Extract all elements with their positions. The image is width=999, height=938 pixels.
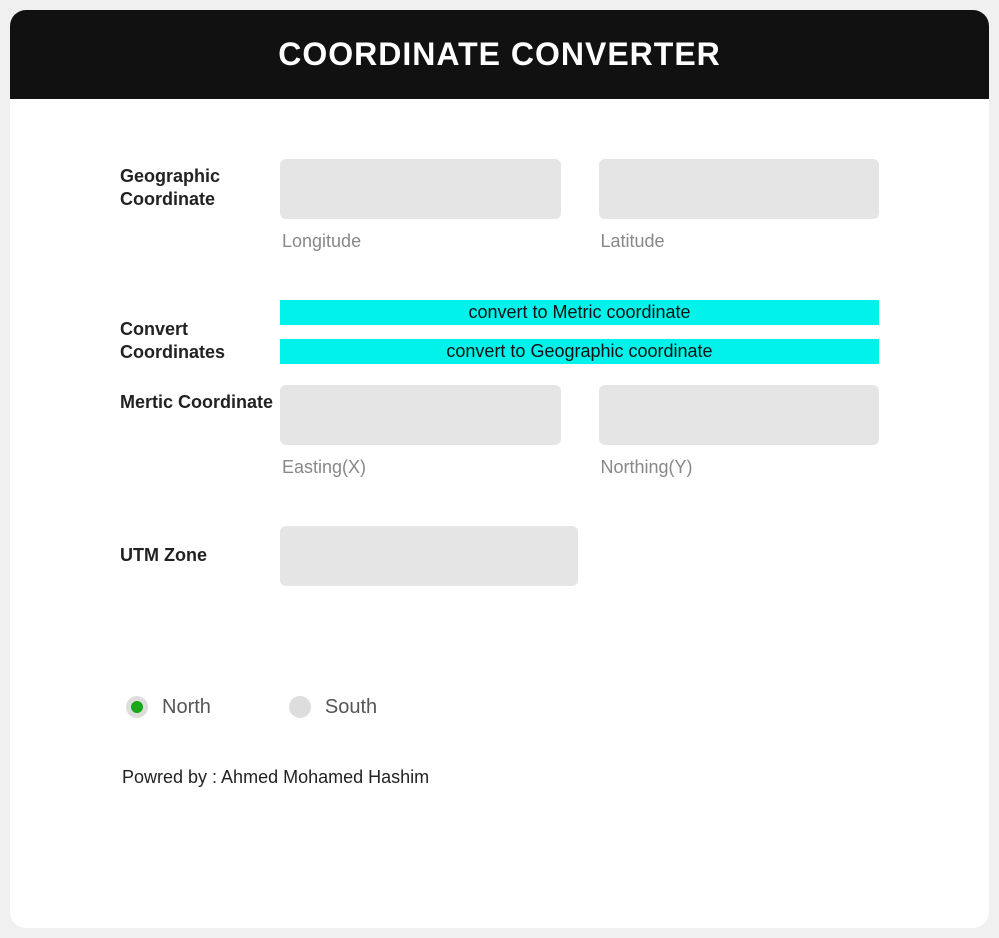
convert-label-col: Convert Coordinates [120,300,280,365]
longitude-field-wrap: Longitude [280,159,561,252]
utm-row: UTM Zone [120,526,879,586]
convert-to-geographic-button[interactable]: convert to Geographic coordinate [280,339,879,364]
utm-label: UTM Zone [120,544,280,567]
northing-field-wrap: Northing(Y) [599,385,880,478]
easting-sublabel: Easting(X) [282,457,561,478]
powered-by-text: Powred by : Ahmed Mohamed Hashim [122,767,879,788]
utm-zone-input[interactable] [280,526,578,586]
convert-label: Convert Coordinates [120,318,280,365]
metric-fields: Easting(X) Northing(Y) [280,385,879,478]
app-card: COORDINATE CONVERTER Geographic Coordina… [10,10,989,928]
geographic-row: Geographic Coordinate Longitude Latitude [120,159,879,252]
hemisphere-radio-group: North South [126,696,879,719]
geographic-label-col: Geographic Coordinate [120,159,280,212]
convert-buttons: convert to Metric coordinate convert to … [280,300,879,364]
south-radio [289,696,311,718]
latitude-field-wrap: Latitude [599,159,880,252]
metric-label: Mertic Coordinate [120,391,280,414]
utm-label-col: UTM Zone [120,526,280,567]
south-radio-item[interactable]: South [289,696,377,719]
easting-field-wrap: Easting(X) [280,385,561,478]
northing-sublabel: Northing(Y) [601,457,880,478]
easting-input[interactable] [280,385,561,445]
radio-dot-icon [131,701,143,713]
convert-row: Convert Coordinates convert to Metric co… [120,300,879,365]
south-radio-label: South [325,696,377,719]
longitude-input[interactable] [280,159,561,219]
north-radio-label: North [162,696,211,719]
utm-field-wrap [280,526,578,586]
radio-dot-icon [294,701,306,713]
metric-row: Mertic Coordinate Easting(X) Northing(Y) [120,385,879,478]
content-area: Geographic Coordinate Longitude Latitude… [10,99,989,828]
northing-input[interactable] [599,385,880,445]
header-bar: COORDINATE CONVERTER [10,10,989,99]
utm-fields [280,526,879,586]
convert-to-metric-button[interactable]: convert to Metric coordinate [280,300,879,325]
metric-label-col: Mertic Coordinate [120,385,280,414]
north-radio [126,696,148,718]
geographic-label: Geographic Coordinate [120,165,280,212]
page-title: COORDINATE CONVERTER [10,36,989,73]
latitude-sublabel: Latitude [601,231,880,252]
north-radio-item[interactable]: North [126,696,211,719]
latitude-input[interactable] [599,159,880,219]
longitude-sublabel: Longitude [282,231,561,252]
geographic-fields: Longitude Latitude [280,159,879,252]
